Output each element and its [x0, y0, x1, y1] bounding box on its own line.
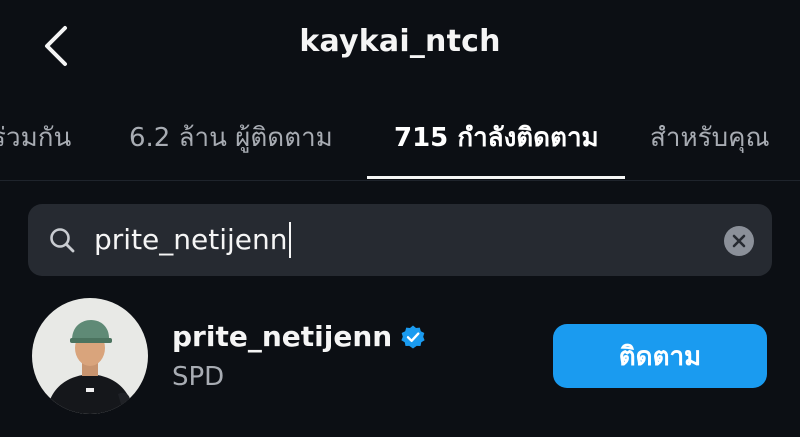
avatar[interactable]	[32, 298, 148, 414]
tab-bar: ร่วมกัน 6.2 ล้าน ผู้ติดตาม 715 กำลังติดต…	[0, 100, 800, 181]
close-icon	[732, 234, 746, 248]
tab-followers[interactable]: 6.2 ล้าน ผู้ติดตาม	[129, 117, 333, 158]
search-input[interactable]: prite_netijenn	[94, 214, 684, 266]
search-result-row[interactable]: prite_netijenn SPD ติดตาม	[0, 292, 800, 432]
tab-mutual[interactable]: ร่วมกัน	[0, 117, 71, 158]
follow-button[interactable]: ติดตาม	[553, 324, 767, 388]
text-caret	[288, 222, 291, 258]
profile-photo	[32, 298, 148, 414]
search-icon	[50, 228, 75, 253]
clear-search-button[interactable]	[724, 226, 754, 256]
username-line: prite_netijenn	[172, 320, 426, 353]
tab-for-you[interactable]: สำหรับคุณ	[650, 117, 770, 158]
result-subtitle: SPD	[172, 362, 225, 392]
active-tab-indicator	[367, 176, 625, 179]
page-title: kaykai_ntch	[299, 24, 501, 59]
tab-following[interactable]: 715 กำลังติดตาม	[394, 117, 599, 158]
search-bar[interactable]: prite_netijenn	[28, 204, 772, 276]
search-input-value: prite_netijenn	[94, 223, 288, 256]
verified-badge-icon	[401, 325, 425, 348]
header: kaykai_ntch	[0, 0, 800, 95]
result-username[interactable]: prite_netijenn	[172, 320, 392, 353]
following-search-screen: kaykai_ntch ร่วมกัน 6.2 ล้าน ผู้ติดตาม 7…	[0, 0, 800, 437]
